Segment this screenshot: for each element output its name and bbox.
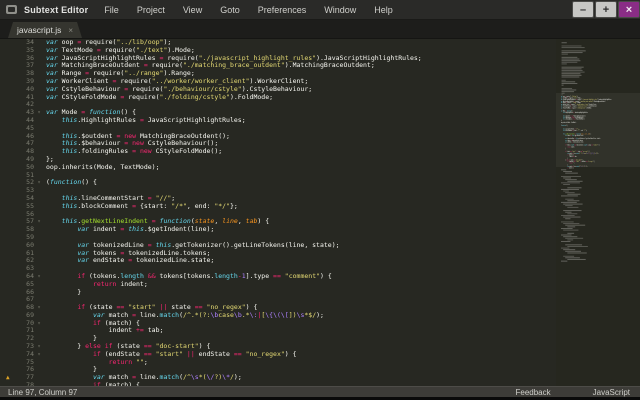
gutter: 64▾ xyxy=(0,273,46,281)
gutter: 72 xyxy=(0,335,46,343)
status-bar: Line 97, Column 97 Feedback JavaScript xyxy=(0,386,640,397)
fold-arrow-icon[interactable]: ▾ xyxy=(34,109,44,117)
gutter: 48 xyxy=(0,148,46,156)
menu-item-preferences[interactable]: Preferences xyxy=(258,5,307,15)
gutter: 38 xyxy=(0,70,46,78)
gutter: 34 xyxy=(0,39,46,47)
code-line-44[interactable]: 44 this.HighlightRules = JavaScriptHighl… xyxy=(0,117,556,125)
gutter: 68▾ xyxy=(0,304,46,312)
code-editor[interactable]: 34 var oop = require("../lib/oop");35 va… xyxy=(0,39,556,386)
editor-window: Subtext Editor File Project View Goto Prefer… xyxy=(0,0,640,400)
gutter: 65 xyxy=(0,281,46,289)
minimap[interactable]: var oop = require("../lib/oop");var Text… xyxy=(556,39,640,386)
gutter: 54 xyxy=(0,195,46,203)
window-controls: – + × xyxy=(571,1,640,18)
gutter: 62 xyxy=(0,257,46,265)
gutter: 69 xyxy=(0,312,46,320)
gutter: 43▾ xyxy=(0,109,46,117)
code-line-41[interactable]: 41 var CStyleFoldMode = require("./foldi… xyxy=(0,94,556,102)
app-icon xyxy=(6,5,17,14)
gutter: 35 xyxy=(0,47,46,55)
menu-bar: File Project View Goto Preferences Window Help xyxy=(104,5,392,15)
minimap-line xyxy=(561,260,618,262)
fold-arrow-icon[interactable]: ▾ xyxy=(34,179,44,187)
gutter: 74▾ xyxy=(0,351,46,359)
minimize-button[interactable]: – xyxy=(572,1,594,18)
fold-arrow-icon[interactable]: ▾ xyxy=(34,343,44,351)
code-line-66[interactable]: 66 } xyxy=(0,289,556,297)
gutter: 71 xyxy=(0,327,46,335)
gutter: 47 xyxy=(0,140,46,148)
close-button[interactable]: × xyxy=(618,1,640,18)
gutter: 41 xyxy=(0,94,46,102)
gutter: 67 xyxy=(0,296,46,304)
title-bar: Subtext Editor File Project View Goto Prefer… xyxy=(0,0,640,20)
gutter: 37 xyxy=(0,62,46,70)
menu-item-file[interactable]: File xyxy=(104,5,119,15)
menu-item-view[interactable]: View xyxy=(183,5,202,15)
code-line-65[interactable]: 65 return indent; xyxy=(0,281,556,289)
gutter: 51 xyxy=(0,172,46,180)
tab-close-icon[interactable]: × xyxy=(68,26,73,35)
fold-arrow-icon[interactable]: ▾ xyxy=(34,351,44,359)
gutter: 40 xyxy=(0,86,46,94)
tab-label: javascript.js xyxy=(17,25,61,35)
minimap-viewport[interactable] xyxy=(556,93,640,167)
code-line-58[interactable]: 58 var indent = this.$getIndent(line); xyxy=(0,226,556,234)
gutter: 44 xyxy=(0,117,46,125)
gutter: 73▾ xyxy=(0,343,46,351)
gutter: 75 xyxy=(0,359,46,367)
code-line-62[interactable]: 62 var endState = tokenizedLine.state; xyxy=(0,257,556,265)
gutter: 53 xyxy=(0,187,46,195)
gutter: 42 xyxy=(0,101,46,109)
gutter: 76 xyxy=(0,366,46,374)
maximize-button[interactable]: + xyxy=(595,1,617,18)
gutter: 52▾ xyxy=(0,179,46,187)
fold-arrow-icon[interactable]: ▾ xyxy=(34,320,44,328)
tab-bar: javascript.js × xyxy=(0,20,640,39)
menu-item-help[interactable]: Help xyxy=(374,5,393,15)
feedback-link[interactable]: Feedback xyxy=(516,388,551,397)
gutter: 45 xyxy=(0,125,46,133)
gutter: 49 xyxy=(0,156,46,164)
gutter: 46 xyxy=(0,133,46,141)
code-line-50[interactable]: 50 oop.inherits(Mode, TextMode); xyxy=(0,164,556,172)
code-line-55[interactable]: 55 this.blockComment = {start: "/*", end… xyxy=(0,203,556,211)
gutter: 39 xyxy=(0,78,46,86)
fold-arrow-icon[interactable]: ▾ xyxy=(34,273,44,281)
gutter: 60 xyxy=(0,242,46,250)
menu-item-goto[interactable]: Goto xyxy=(220,5,240,15)
app-title: Subtext Editor xyxy=(24,5,88,15)
gutter: 66 xyxy=(0,289,46,297)
gutter: 50 xyxy=(0,164,46,172)
gutter: 70▾ xyxy=(0,320,46,328)
fold-arrow-icon[interactable]: ▾ xyxy=(34,218,44,226)
warning-icon: ▲ xyxy=(6,374,10,382)
gutter: 63 xyxy=(0,265,46,273)
fold-arrow-icon[interactable]: ▾ xyxy=(34,304,44,312)
gutter: ▲77 xyxy=(0,374,46,382)
gutter: 36 xyxy=(0,55,46,63)
menu-item-window[interactable]: Window xyxy=(324,5,356,15)
code-line-48[interactable]: 48 this.foldingRules = new CStyleFoldMod… xyxy=(0,148,556,156)
cursor-position: Line 97, Column 97 xyxy=(0,388,516,397)
gutter: 55 xyxy=(0,203,46,211)
gutter: 57▾ xyxy=(0,218,46,226)
gutter: 61 xyxy=(0,250,46,258)
gutter: 56 xyxy=(0,211,46,219)
language-selector[interactable]: JavaScript xyxy=(593,388,630,397)
gutter: 59 xyxy=(0,234,46,242)
menu-item-project[interactable]: Project xyxy=(137,5,165,15)
gutter: 58 xyxy=(0,226,46,234)
tab-javascript-js[interactable]: javascript.js × xyxy=(8,22,82,38)
code-line-52[interactable]: 52▾(function() { xyxy=(0,179,556,187)
